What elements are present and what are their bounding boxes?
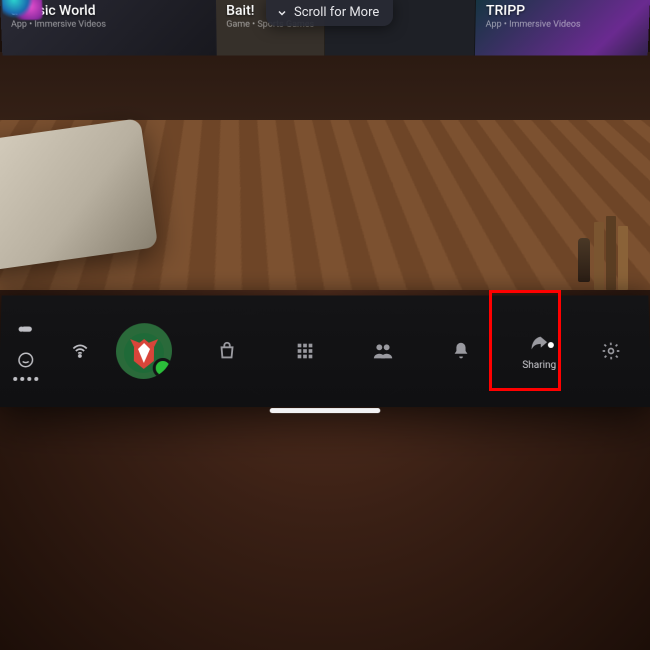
room-pillow: [0, 118, 158, 272]
nav-people[interactable]: [352, 312, 414, 390]
chat-icon[interactable]: [17, 351, 35, 369]
menu-nav: Sharing: [189, 295, 650, 407]
share-indicator-dot: [548, 342, 554, 348]
store-card-tripp[interactable]: TRIPP App • Immersive Videos: [475, 0, 650, 55]
card-sub: App • Immersive Videos: [486, 20, 650, 30]
room-statuette: [578, 238, 590, 282]
card-title: TRIPP: [486, 4, 650, 19]
bell-icon: [450, 340, 472, 362]
nav-settings[interactable]: [586, 341, 636, 361]
scroll-more-label: Scroll for More: [294, 5, 379, 20]
controller-icon[interactable]: [18, 321, 34, 337]
apps-grid-icon: [294, 340, 316, 362]
more-dots-icon[interactable]: [13, 377, 38, 381]
people-icon: [372, 340, 394, 362]
vr-home-scene: urassic World App • Immersive Videos Bai…: [0, 0, 650, 650]
gear-icon: [601, 341, 621, 361]
store-icon: [216, 340, 238, 362]
presence-dot: [153, 358, 173, 378]
nav-store[interactable]: [196, 312, 259, 390]
home-indicator[interactable]: [270, 408, 381, 413]
chevron-down-icon: [276, 7, 288, 19]
wifi-icon[interactable]: [70, 341, 90, 361]
card-sub: App • Immersive Videos: [11, 20, 206, 30]
nav-notifications[interactable]: [430, 312, 493, 390]
tripp-art: [1, 0, 42, 20]
room-books: [594, 210, 644, 290]
menu-left-cluster: [0, 321, 51, 381]
scroll-more-pill[interactable]: Scroll for More: [266, 0, 393, 26]
nav-apps[interactable]: [274, 312, 336, 390]
profile-avatar[interactable]: [115, 323, 172, 379]
nav-sharing[interactable]: Sharing: [507, 312, 570, 390]
share-icon: [528, 332, 550, 354]
status-cluster: [50, 341, 110, 361]
nav-sharing-label: Sharing: [522, 359, 556, 370]
universal-menu: Sharing: [0, 295, 650, 407]
